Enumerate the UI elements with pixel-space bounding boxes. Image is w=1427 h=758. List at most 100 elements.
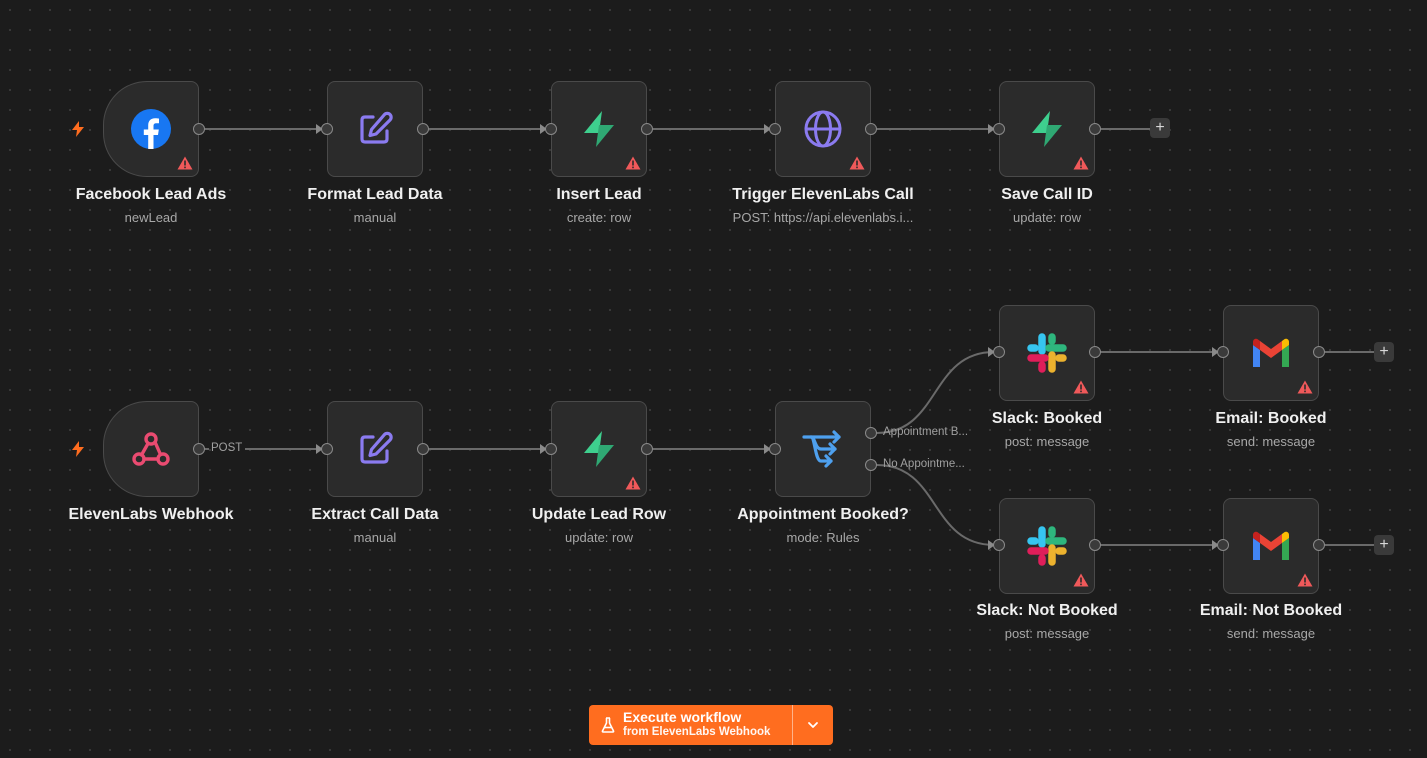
warning-icon [1297,380,1313,394]
node-appointment-booked-switch[interactable] [775,401,871,497]
execute-workflow-button[interactable]: Execute workflow from ElevenLabs Webhook [589,705,792,745]
edit-icon [353,107,397,151]
edge-label-no-appointment: No Appointme... [883,458,965,470]
warning-icon [1073,573,1089,587]
add-node-button[interactable]: + [1150,118,1170,138]
execute-workflow-sublabel: from ElevenLabs Webhook [623,726,771,738]
output-handle-not-booked[interactable] [865,459,877,471]
trigger-bolt-icon [72,121,84,137]
node-insert-lead[interactable] [551,81,647,177]
input-handle[interactable] [993,123,1005,135]
node-label: Trigger ElevenLabs Call [732,186,914,203]
node-label: Update Lead Row [531,506,667,523]
supabase-icon [577,427,621,471]
output-handle[interactable] [641,443,653,455]
node-subtitle: mode: Rules [786,530,860,545]
node-save-call-id[interactable] [999,81,1095,177]
warning-icon [625,156,641,170]
warning-icon [1073,156,1089,170]
node-subtitle: post: message [1004,626,1090,641]
node-facebook-lead-ads[interactable] [103,81,199,177]
facebook-icon [129,107,173,151]
node-label: Insert Lead [556,186,642,203]
output-handle[interactable] [417,123,429,135]
output-handle[interactable] [193,443,205,455]
node-label: Email: Booked [1215,410,1327,427]
node-subtitle: newLead [124,210,178,225]
node-subtitle: send: message [1226,626,1316,641]
execute-options-dropdown[interactable] [793,705,833,745]
supabase-icon [1025,107,1069,151]
output-handle-booked[interactable] [865,427,877,439]
add-node-button[interactable]: + [1374,342,1394,362]
node-subtitle: update: row [565,530,633,545]
flask-icon [601,717,615,733]
warning-icon [1297,573,1313,587]
node-update-lead-row[interactable] [551,401,647,497]
output-handle[interactable] [1089,539,1101,551]
webhook-icon [129,427,173,471]
node-label: Format Lead Data [307,186,443,203]
output-handle[interactable] [1089,123,1101,135]
edge-label-post: POST [211,442,243,454]
node-slack-booked[interactable] [999,305,1095,401]
input-handle[interactable] [993,346,1005,358]
node-subtitle: POST: https://api.elevenlabs.i... [732,210,914,225]
trigger-bolt-icon [72,441,84,457]
node-subtitle: manual [353,530,397,545]
input-handle[interactable] [1217,539,1229,551]
node-slack-not-booked[interactable] [999,498,1095,594]
gmail-icon [1249,524,1293,568]
input-handle[interactable] [545,123,557,135]
node-subtitle: update: row [1013,210,1081,225]
input-handle[interactable] [1217,346,1229,358]
node-subtitle: send: message [1226,434,1316,449]
node-format-lead-data[interactable] [327,81,423,177]
edit-icon [353,427,397,471]
slack-icon [1025,524,1069,568]
warning-icon [1073,380,1089,394]
node-email-not-booked[interactable] [1223,498,1319,594]
warning-icon [849,156,865,170]
node-email-booked[interactable] [1223,305,1319,401]
node-label: ElevenLabs Webhook [68,506,234,523]
node-elevenlabs-webhook[interactable] [103,401,199,497]
output-handle[interactable] [1089,346,1101,358]
input-handle[interactable] [769,123,781,135]
output-handle[interactable] [193,123,205,135]
input-handle[interactable] [769,443,781,455]
supabase-icon [577,107,621,151]
node-subtitle: create: row [566,210,632,225]
output-handle[interactable] [865,123,877,135]
node-extract-call-data[interactable] [327,401,423,497]
slack-icon [1025,331,1069,375]
chevron-down-icon [808,722,818,728]
output-handle[interactable] [417,443,429,455]
node-label: Save Call ID [1001,186,1093,203]
node-label: Facebook Lead Ads [75,186,227,203]
input-handle[interactable] [545,443,557,455]
node-label: Appointment Booked? [737,506,909,523]
node-subtitle: post: message [1004,434,1090,449]
warning-icon [177,156,193,170]
execute-workflow-label: Execute workflow [623,709,742,725]
output-handle[interactable] [641,123,653,135]
output-handle[interactable] [1313,539,1325,551]
node-label: Slack: Not Booked [976,602,1118,619]
input-handle[interactable] [993,539,1005,551]
node-label: Extract Call Data [311,506,439,523]
node-label: Slack: Booked [991,410,1103,427]
globe-icon [801,107,845,151]
input-handle[interactable] [321,123,333,135]
switch-icon [801,427,845,471]
warning-icon [625,476,641,490]
node-label: Email: Not Booked [1199,602,1343,619]
gmail-icon [1249,331,1293,375]
connection-layer [205,124,1374,550]
input-handle[interactable] [321,443,333,455]
output-handle[interactable] [1313,346,1325,358]
node-subtitle: manual [353,210,397,225]
add-node-button[interactable]: + [1374,535,1394,555]
execute-workflow-button-group: Execute workflow from ElevenLabs Webhook [589,705,833,745]
node-trigger-elevenlabs-call[interactable] [775,81,871,177]
